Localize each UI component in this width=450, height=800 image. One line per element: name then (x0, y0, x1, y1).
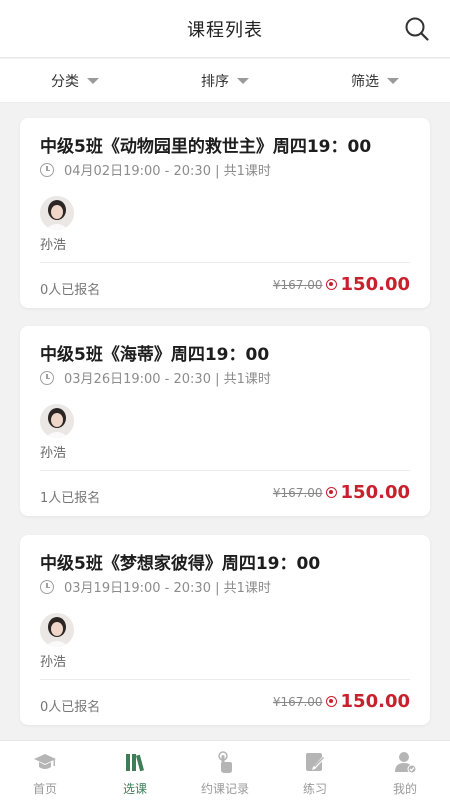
clock-icon (40, 162, 54, 177)
tab-bookings-label: 约课记录 (200, 782, 249, 796)
search-icon[interactable] (404, 16, 430, 42)
tab-home[interactable]: 首页 (0, 741, 90, 800)
divider (40, 262, 410, 263)
caret-down-icon (87, 77, 99, 84)
tab-courses[interactable]: 选课 (90, 741, 180, 800)
avatar (40, 404, 74, 438)
course-time-text: 03月19日19:00 - 20:30 | 共1课时 (64, 581, 271, 596)
price-box: ¥167.00 150.00 (273, 274, 410, 295)
course-time-text: 04月02日19:00 - 20:30 | 共1课时 (64, 164, 271, 179)
filter-bar: 分类 排序 筛选 (0, 59, 450, 103)
caret-down-icon (387, 77, 399, 84)
coin-icon (325, 696, 337, 707)
course-card[interactable]: 中级5班《梦想家彼得》周四19：00 03月19日19:00 - 20:30 |… (20, 535, 430, 725)
filter-screen[interactable]: 筛选 (300, 71, 450, 91)
current-price: 150.00 (340, 274, 410, 295)
teacher-name: 孙浩 (40, 446, 67, 461)
price-box: ¥167.00 150.00 (273, 691, 410, 712)
books-icon (126, 754, 145, 772)
enrolled-count: 1人已报名 (40, 491, 101, 506)
tab-courses-label: 选课 (122, 782, 147, 796)
original-price: ¥167.00 (272, 485, 323, 500)
tab-practice-label: 练习 (302, 782, 327, 796)
teacher-name: 孙浩 (40, 655, 67, 670)
coin-icon (325, 279, 337, 290)
course-time: 03月19日19:00 - 20:30 | 共1课时 (40, 577, 271, 596)
tab-practice[interactable]: 练习 (270, 741, 360, 800)
course-card[interactable]: 中级5班《海蒂》周四19：00 03月26日19:00 - 20:30 | 共1… (20, 326, 430, 516)
avatar (40, 196, 74, 230)
price-box: ¥167.00 150.00 (273, 482, 410, 503)
filter-sort[interactable]: 排序 (150, 71, 300, 91)
clock-icon (40, 370, 54, 385)
original-price: ¥167.00 (272, 277, 323, 292)
tap-hand-icon (218, 751, 232, 773)
divider (40, 679, 410, 680)
top-bar: 课程列表 (0, 0, 450, 58)
user-icon (395, 752, 417, 774)
course-time: 04月02日19:00 - 20:30 | 共1课时 (40, 160, 271, 179)
caret-down-icon (237, 77, 249, 84)
avatar (40, 613, 74, 647)
course-list: 中级5班《动物园里的救世主》周四19：00 04月02日19:00 - 20:3… (0, 104, 450, 740)
course-title: 中级5班《梦想家彼得》周四19：00 (40, 554, 321, 574)
tab-profile-label: 我的 (392, 782, 417, 796)
enrolled-count: 0人已报名 (40, 283, 101, 298)
tab-home-label: 首页 (32, 782, 57, 796)
filter-category-label: 分类 (51, 73, 79, 90)
course-title: 中级5班《动物园里的救世主》周四19：00 (40, 137, 372, 157)
clock-icon (40, 579, 54, 594)
tab-bookings[interactable]: 约课记录 (180, 741, 270, 800)
teacher-name: 孙浩 (40, 238, 67, 253)
original-price: ¥167.00 (272, 694, 323, 709)
pencil-note-icon (306, 753, 325, 771)
tab-profile[interactable]: 我的 (360, 741, 450, 800)
filter-screen-label: 筛选 (351, 73, 379, 90)
coin-icon (325, 487, 337, 498)
enrolled-count: 0人已报名 (40, 700, 101, 715)
current-price: 150.00 (340, 482, 410, 503)
graduation-cap-icon (34, 754, 56, 769)
filter-category[interactable]: 分类 (0, 71, 150, 91)
course-title: 中级5班《海蒂》周四19：00 (40, 345, 270, 365)
divider (40, 470, 410, 471)
page-title: 课程列表 (187, 19, 263, 41)
bottom-tab-bar: 首页 选课 约课记录 练习 我的 (0, 740, 450, 800)
current-price: 150.00 (340, 691, 410, 712)
course-card[interactable]: 中级5班《动物园里的救世主》周四19：00 04月02日19:00 - 20:3… (20, 118, 430, 308)
filter-sort-label: 排序 (201, 73, 229, 90)
course-time-text: 03月26日19:00 - 20:30 | 共1课时 (64, 372, 271, 387)
course-time: 03月26日19:00 - 20:30 | 共1课时 (40, 368, 271, 387)
